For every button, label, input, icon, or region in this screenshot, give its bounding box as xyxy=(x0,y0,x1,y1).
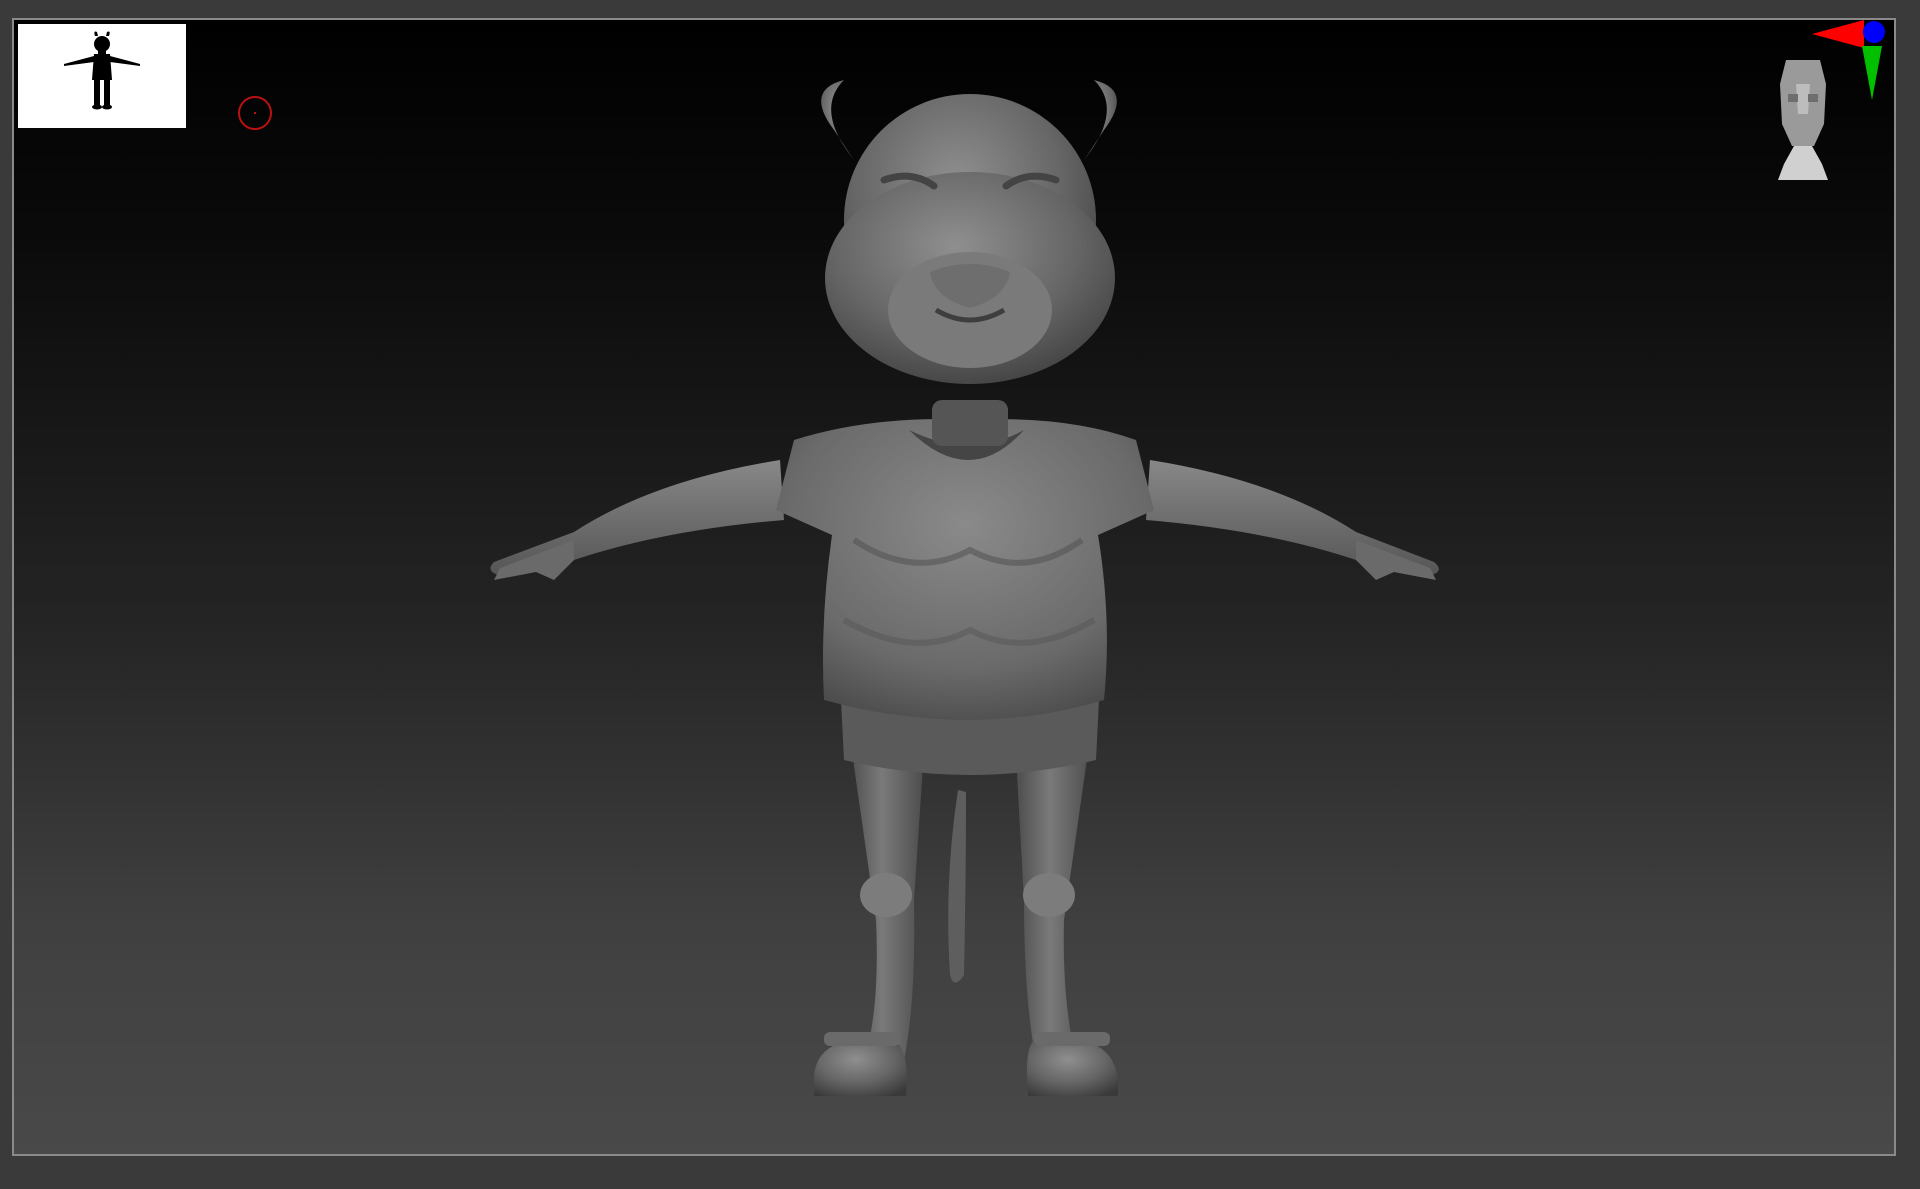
x-axis-arrow xyxy=(1812,20,1864,48)
z-axis-dot xyxy=(1863,21,1885,43)
canvas-viewport[interactable] xyxy=(12,18,1896,1156)
bottom-bar xyxy=(0,1157,1920,1189)
sculpt-mesh-icon[interactable] xyxy=(14,20,1894,1154)
y-axis-arrow xyxy=(1862,46,1882,100)
axis-gyro-icon[interactable] xyxy=(1808,20,1888,110)
